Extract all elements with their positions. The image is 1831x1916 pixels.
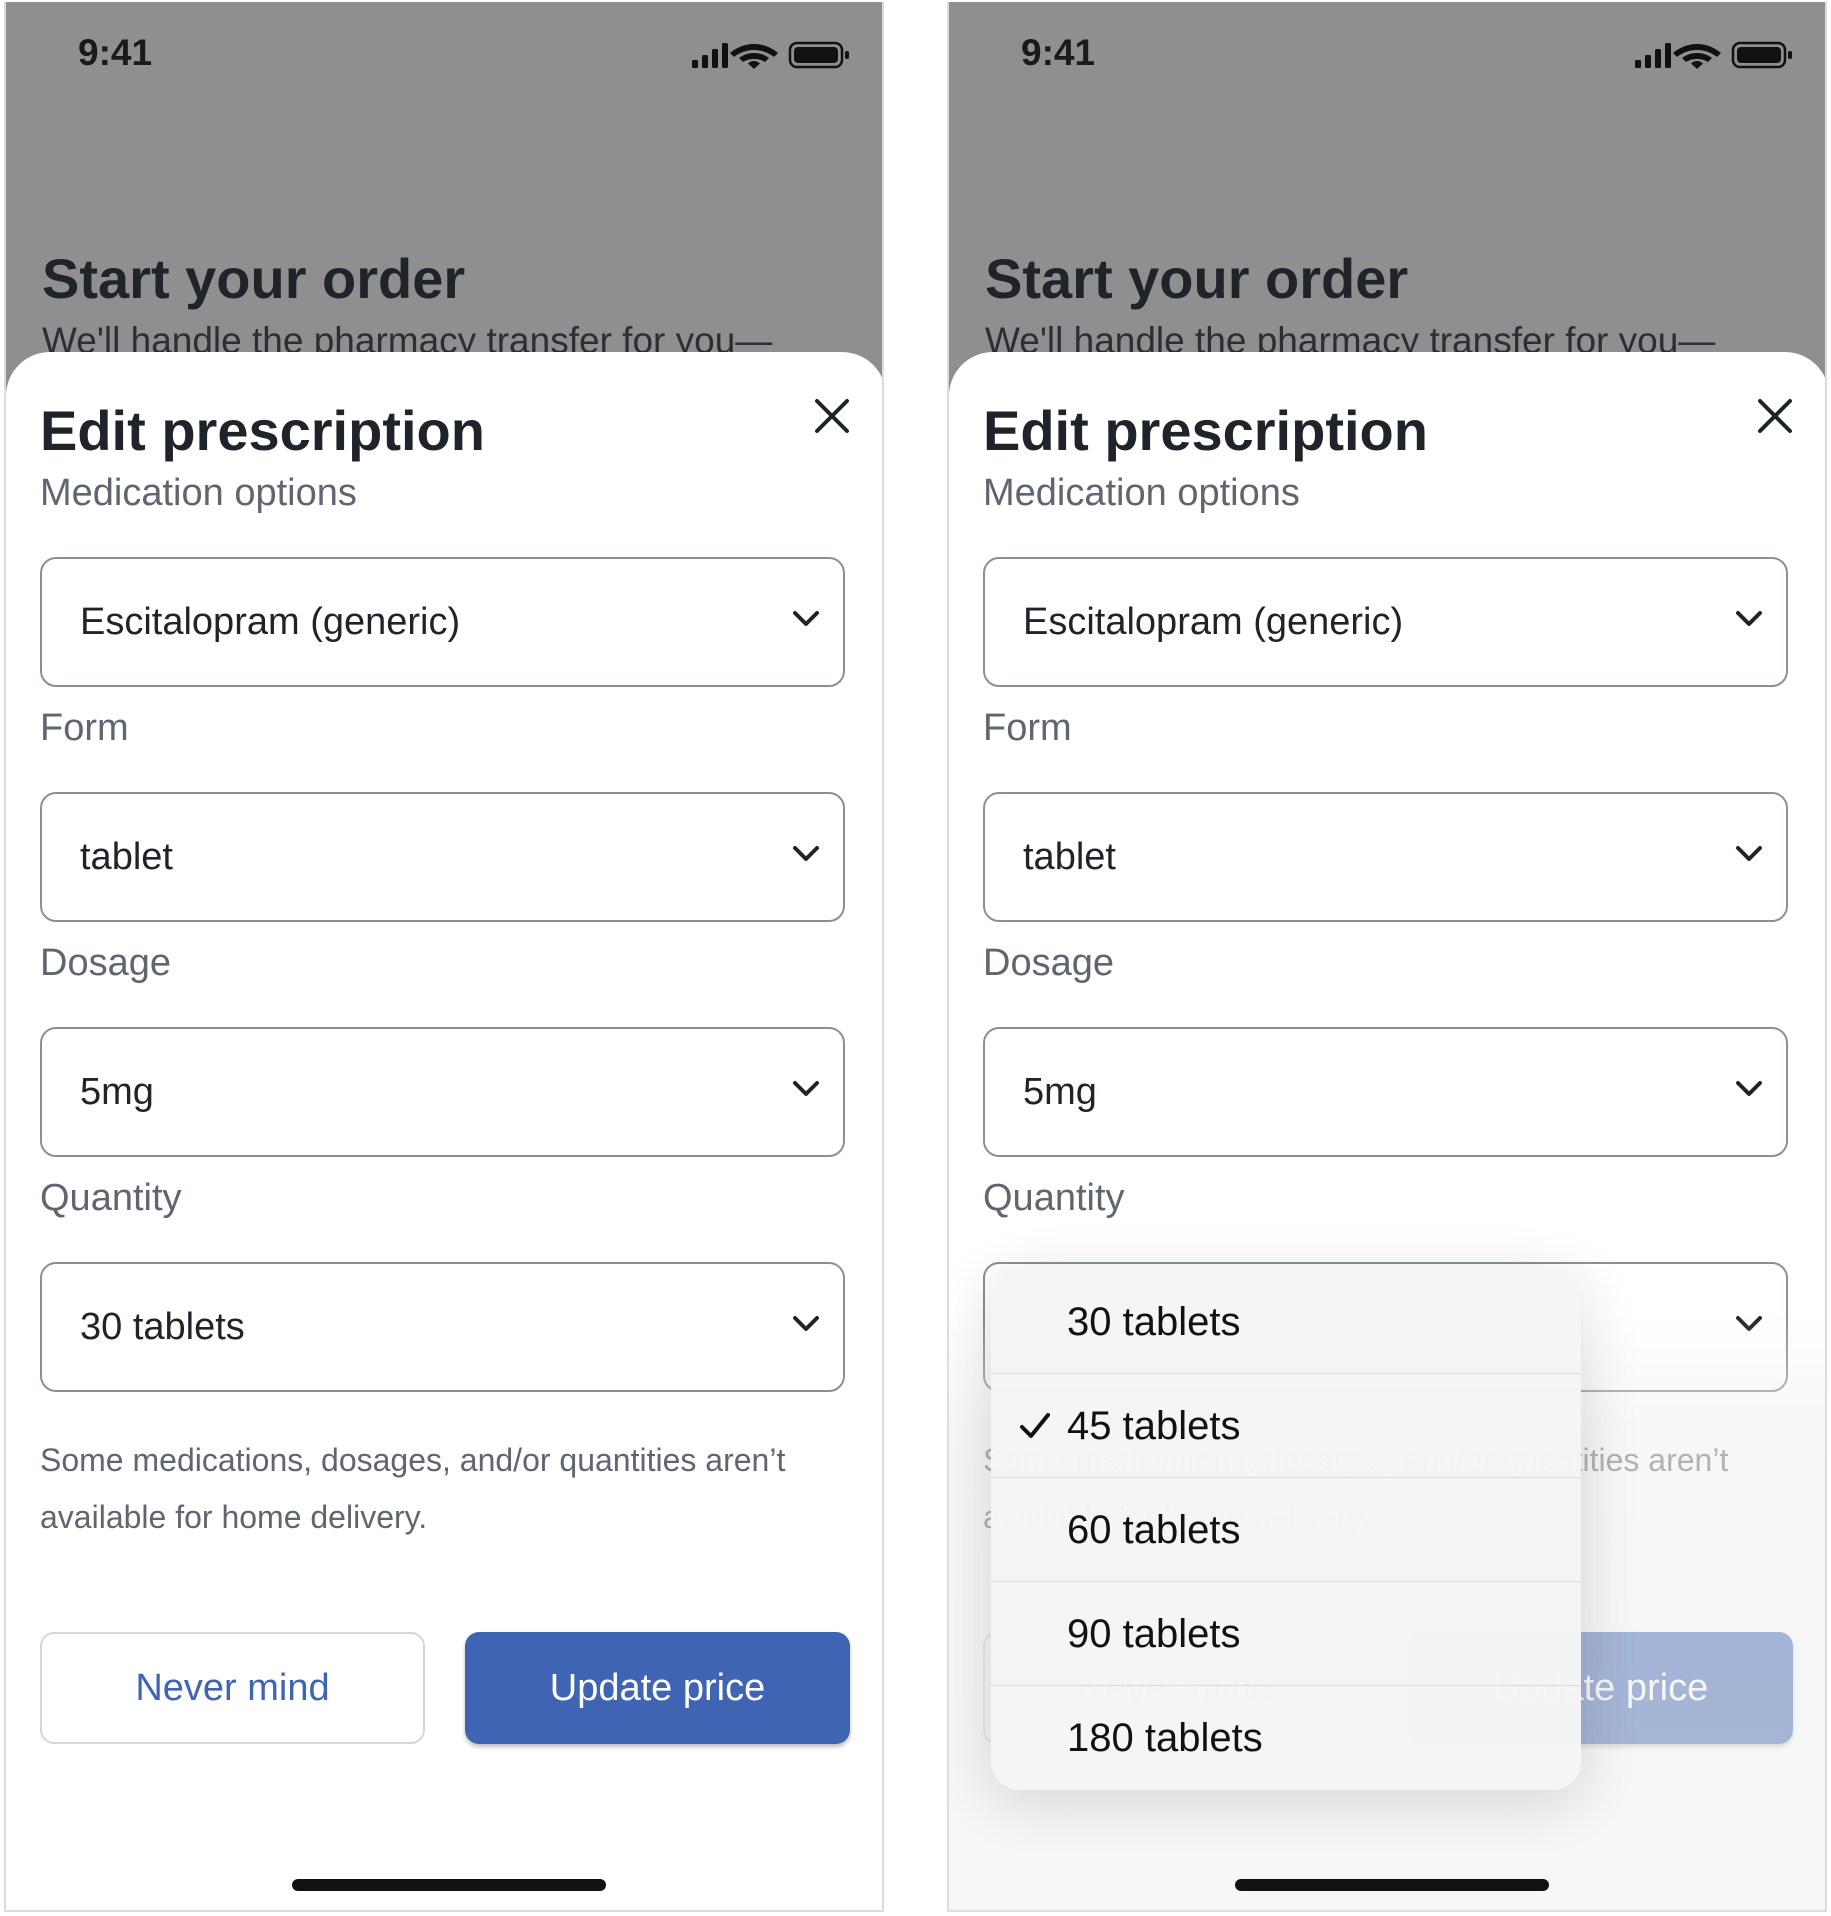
chevron-down-icon — [793, 1081, 819, 1096]
quantity-option-label: 180 tablets — [1067, 1716, 1263, 1760]
quantity-option-label: 45 tablets — [1067, 1404, 1241, 1448]
dosage-label: Dosage — [983, 942, 1114, 984]
wifi-icon — [730, 44, 778, 69]
wifi-icon — [1673, 44, 1721, 69]
quantity-option-selected[interactable]: 45 tablets — [991, 1374, 1581, 1478]
edit-prescription-sheet: Edit prescription Medication options Esc… — [949, 352, 1825, 1910]
battery-icon — [1731, 41, 1792, 69]
quantity-select[interactable]: 30 tablets — [40, 1262, 845, 1392]
quantity-value: 30 tablets — [80, 1306, 245, 1348]
medication-options-select[interactable]: Escitalopram (generic) — [983, 557, 1788, 687]
dosage-select[interactable]: 5mg — [983, 1027, 1788, 1157]
update-price-button[interactable]: Update price — [465, 1632, 850, 1744]
chevron-down-icon — [1736, 1081, 1762, 1096]
quantity-dropdown-menu: 30 tablets 45 tablets 60 tablets 90 tabl… — [991, 1270, 1581, 1790]
chevron-down-icon — [793, 1316, 819, 1331]
medication-options-value: Escitalopram (generic) — [80, 601, 461, 643]
chevron-down-icon — [1736, 611, 1762, 626]
availability-note: Some medications, dosages, and/or quanti… — [40, 1442, 786, 1535]
never-mind-button[interactable]: Never mind — [40, 1632, 425, 1744]
form-value: tablet — [80, 836, 173, 878]
quantity-option-label: 60 tablets — [1067, 1508, 1241, 1552]
home-indicator — [1235, 1879, 1549, 1891]
medication-options-label: Medication options — [983, 472, 1300, 514]
quantity-option[interactable]: 30 tablets — [991, 1270, 1581, 1374]
battery-icon — [788, 41, 849, 69]
checkmark-icon — [1020, 1413, 1050, 1438]
quantity-option-label: 30 tablets — [1067, 1300, 1241, 1344]
chevron-down-icon — [793, 611, 819, 626]
medication-options-select[interactable]: Escitalopram (generic) — [40, 557, 845, 687]
background-page-title: Start your order — [985, 247, 1409, 310]
chevron-down-icon — [1736, 1316, 1762, 1331]
quantity-label: Quantity — [983, 1177, 1125, 1219]
background-page-title: Start your order — [42, 247, 466, 310]
quantity-option[interactable]: 60 tablets — [991, 1478, 1581, 1582]
home-indicator — [292, 1879, 606, 1891]
sheet-title: Edit prescription — [40, 399, 485, 462]
quantity-option-label: 90 tablets — [1067, 1612, 1241, 1656]
close-button[interactable] — [1749, 390, 1801, 442]
phone-screen-default: 9:41 Start your order We'll handle the p… — [4, 2, 884, 1912]
close-icon — [1758, 399, 1792, 433]
sheet-title: Edit prescription — [983, 399, 1428, 462]
status-icons — [1635, 40, 1795, 70]
dosage-value: 5mg — [1023, 1071, 1097, 1113]
dosage-value: 5mg — [80, 1071, 154, 1113]
cellular-signal-icon — [692, 43, 728, 68]
status-time: 9:41 — [78, 32, 153, 73]
form-label: Form — [40, 707, 129, 749]
edit-prescription-sheet: Edit prescription Medication options Esc… — [6, 352, 882, 1910]
form-label: Form — [983, 707, 1072, 749]
cellular-signal-icon — [1635, 43, 1671, 68]
dosage-label: Dosage — [40, 942, 171, 984]
quantity-label: Quantity — [40, 1177, 182, 1219]
medication-options-label: Medication options — [40, 472, 357, 514]
quantity-option[interactable]: 180 tablets — [991, 1686, 1581, 1790]
close-icon — [815, 399, 849, 433]
quantity-option[interactable]: 90 tablets — [991, 1582, 1581, 1686]
medication-options-value: Escitalopram (generic) — [1023, 601, 1404, 643]
form-select[interactable]: tablet — [983, 792, 1788, 922]
dosage-select[interactable]: 5mg — [40, 1027, 845, 1157]
chevron-down-icon — [793, 846, 819, 861]
form-value: tablet — [1023, 836, 1116, 878]
close-button[interactable] — [806, 390, 858, 442]
form-select[interactable]: tablet — [40, 792, 845, 922]
chevron-down-icon — [1736, 846, 1762, 861]
phone-screen-quantity-menu-open: 9:41 Start your order We'll handle the p… — [947, 2, 1827, 1912]
status-time: 9:41 — [1021, 32, 1096, 73]
status-icons — [692, 40, 852, 70]
